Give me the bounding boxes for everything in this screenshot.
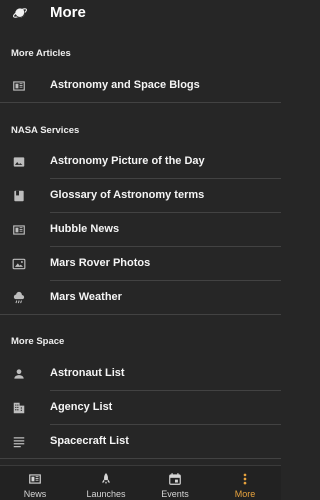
person-icon <box>14 369 24 379</box>
list-item-label: Spacecraft List <box>50 435 129 447</box>
app-bar: More <box>0 0 281 26</box>
list-item-label: Astronomy and Space Blogs <box>50 79 200 91</box>
divider <box>0 314 281 315</box>
list-item-glossary-of-astronomy-terms[interactable]: Glossary of Astronomy terms <box>0 179 281 213</box>
image-icon <box>13 157 25 167</box>
list-item-agency-list[interactable]: Agency List <box>0 391 281 425</box>
list-item-label: Hubble News <box>50 223 120 235</box>
divider <box>0 102 281 103</box>
list-item-mars-rover-photos[interactable]: Mars Rover Photos <box>0 247 281 281</box>
newspaper-icon <box>13 81 25 91</box>
nav-item-news[interactable]: News <box>4 466 66 500</box>
page-title: More <box>50 4 86 21</box>
more-screen: More More Articles Astronomy and Space B… <box>0 0 281 500</box>
photo-library-icon <box>12 258 26 270</box>
divider <box>0 458 281 459</box>
weather-icon <box>13 291 25 304</box>
nav-label: Events <box>161 489 189 499</box>
list-icon <box>13 437 25 448</box>
list-item-spacecraft-list[interactable]: Spacecraft List <box>0 425 281 459</box>
list-item-astronaut-list[interactable]: Astronaut List <box>0 357 281 391</box>
list-item-label: Mars Weather <box>50 291 122 303</box>
nav-item-more[interactable]: More <box>214 466 276 500</box>
list-item-label: Mars Rover Photos <box>50 257 151 269</box>
list-item-mars-weather[interactable]: Mars Weather <box>0 281 281 315</box>
planet-icon <box>13 8 27 18</box>
list-item-hubble-news[interactable]: Hubble News <box>0 213 281 247</box>
list-item-label: Astronaut List <box>50 367 125 379</box>
building-icon <box>13 402 25 414</box>
nav-item-launches[interactable]: Launches <box>75 466 137 500</box>
nav-label: More <box>234 489 256 499</box>
rocket-icon <box>102 473 110 485</box>
list-item-label: Astronomy Picture of the Day <box>50 155 205 167</box>
section-header-more-articles: More Articles <box>11 48 71 59</box>
newspaper-icon <box>29 474 41 484</box>
book-icon <box>14 190 24 202</box>
calendar-icon <box>169 473 181 485</box>
section-header-more-space: More Space <box>11 336 65 347</box>
bottom-navigation: News Launches Events More <box>0 465 281 500</box>
list-item-label: Glossary of Astronomy terms <box>50 189 205 201</box>
list-item-astronomy-and-space-blogs[interactable]: Astronomy and Space Blogs <box>0 69 281 103</box>
nav-label: Launches <box>86 489 126 499</box>
nav-item-events[interactable]: Events <box>144 466 206 500</box>
nav-label: News <box>23 489 47 499</box>
list-item-astronomy-picture-of-the-day[interactable]: Astronomy Picture of the Day <box>0 145 281 179</box>
list-item-label: Agency List <box>50 401 113 413</box>
newspaper-icon <box>13 225 25 235</box>
more-vert-icon <box>243 473 247 485</box>
section-header-nasa-services: NASA Services <box>11 125 80 136</box>
